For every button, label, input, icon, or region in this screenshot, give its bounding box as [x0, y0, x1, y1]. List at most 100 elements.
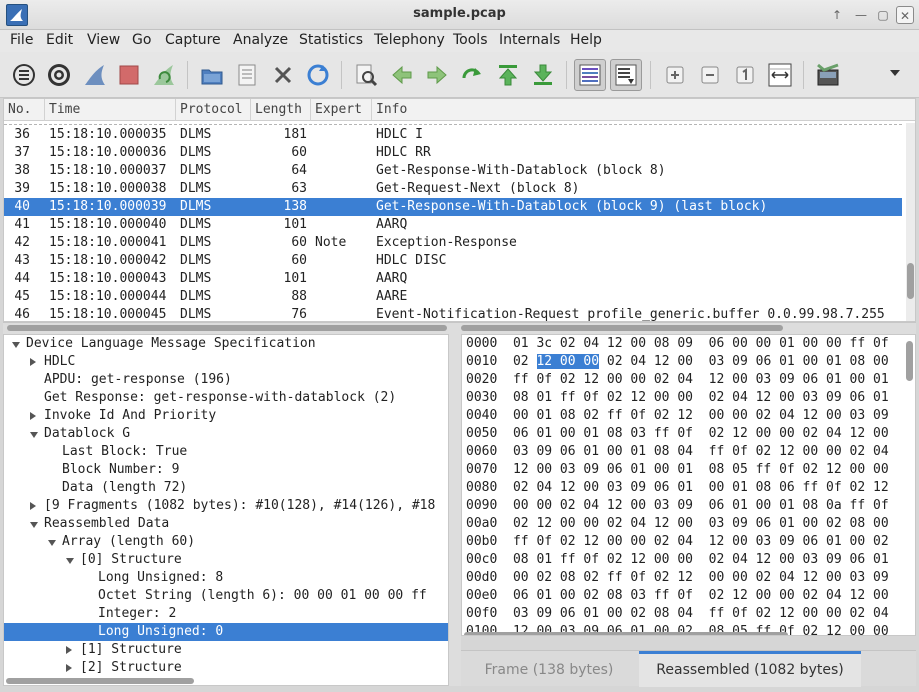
bytes-scroll-thumb[interactable] — [906, 341, 913, 381]
tree-item[interactable]: Array (length 60) — [4, 533, 448, 551]
collapsed-arrow-icon[interactable] — [66, 664, 72, 672]
packet-row[interactable]: 36 15:18:10.000035 DLMS 181 HDLC I — [4, 126, 902, 144]
tree-item[interactable]: [1] Structure — [4, 641, 448, 659]
menu-tools[interactable]: Tools — [453, 32, 488, 48]
reload-file-icon[interactable] — [305, 62, 331, 88]
hex-row[interactable]: 0060 03 09 06 01 00 01 08 04 ff 0f 02 12… — [466, 443, 889, 461]
column-header-time[interactable]: Time — [45, 99, 176, 121]
hex-row[interactable]: 00b0 ff 0f 02 12 00 00 02 04 12 00 03 09… — [466, 533, 889, 551]
column-header-info[interactable]: Info — [372, 99, 902, 121]
hex-row[interactable]: 0000 01 3c 02 04 12 00 08 09 06 00 00 01… — [466, 335, 889, 353]
save-file-icon[interactable] — [234, 62, 260, 88]
go-to-packet-icon[interactable] — [459, 62, 485, 88]
tree-item[interactable]: Invoke Id And Priority — [4, 407, 448, 425]
menu-help[interactable]: Help — [570, 32, 602, 48]
colorize-icon[interactable] — [574, 59, 606, 91]
hex-row[interactable]: 00f0 03 09 06 01 00 02 08 04 ff 0f 02 12… — [466, 605, 889, 623]
vertical-splitter[interactable] — [449, 334, 461, 686]
minimize-icon[interactable]: — — [852, 6, 870, 24]
tree-item[interactable]: Datablock G — [4, 425, 448, 443]
menu-go[interactable]: Go — [132, 32, 151, 48]
packet-row[interactable]: 43 15:18:10.000042 DLMS 60 HDLC DISC — [4, 252, 902, 270]
hex-row[interactable]: 0050 06 01 00 01 08 03 ff 0f 02 12 00 00… — [466, 425, 889, 443]
zoom-out-icon[interactable] — [697, 62, 723, 88]
auto-scroll-icon[interactable] — [610, 59, 642, 91]
zoom-in-icon[interactable] — [662, 62, 688, 88]
menu-edit[interactable]: Edit — [46, 32, 73, 48]
tab-reassembled[interactable]: Reassembled (1082 bytes) — [639, 651, 861, 687]
expanded-arrow-icon[interactable] — [66, 558, 74, 564]
hex-row[interactable]: 0020 ff 0f 02 12 00 00 02 04 12 00 03 09… — [466, 371, 889, 389]
tree-item[interactable]: HDLC — [4, 353, 448, 371]
tree-item[interactable]: Long Unsigned: 0 — [4, 623, 448, 641]
column-header-length[interactable]: Length — [251, 99, 311, 121]
column-header-expert[interactable]: Expert — [311, 99, 372, 121]
hex-row[interactable]: 00d0 00 02 08 02 ff 0f 02 12 00 00 02 04… — [466, 569, 889, 587]
expanded-arrow-icon[interactable] — [30, 432, 38, 438]
go-forward-icon[interactable] — [424, 62, 450, 88]
hex-row[interactable]: 0080 02 04 12 00 03 09 06 01 00 01 08 06… — [466, 479, 889, 497]
hex-row[interactable]: 0090 00 00 02 04 12 00 03 09 06 01 00 01… — [466, 497, 889, 515]
tree-item[interactable]: Integer: 2 — [4, 605, 448, 623]
packet-row[interactable]: 41 15:18:10.000040 DLMS 101 AARQ — [4, 216, 902, 234]
find-packet-icon[interactable] — [353, 62, 379, 88]
pane-splitter[interactable] — [3, 322, 916, 334]
packet-row[interactable]: 45 15:18:10.000044 DLMS 88 AARE — [4, 288, 902, 306]
resize-columns-icon[interactable] — [767, 62, 793, 88]
interfaces-icon[interactable] — [11, 62, 37, 88]
go-back-icon[interactable] — [389, 62, 415, 88]
details-hscroll-thumb[interactable] — [6, 678, 194, 684]
tree-item[interactable]: APDU: get-response (196) — [4, 371, 448, 389]
hex-row[interactable]: 00a0 02 12 00 00 02 04 12 00 03 09 06 01… — [466, 515, 889, 533]
menu-statistics[interactable]: Statistics — [299, 32, 363, 48]
maximize-icon[interactable]: ▢ — [874, 6, 892, 24]
tree-item[interactable]: Block Number: 9 — [4, 461, 448, 479]
collapsed-arrow-icon[interactable] — [30, 358, 36, 366]
first-packet-icon[interactable] — [495, 62, 521, 88]
stop-capture-icon[interactable] — [116, 62, 142, 88]
menu-analyze[interactable]: Analyze — [233, 32, 288, 48]
tree-item[interactable]: Get Response: get-response-with-databloc… — [4, 389, 448, 407]
tree-item[interactable]: [9 Fragments (1082 bytes): #10(128), #14… — [4, 497, 448, 515]
tab-frame[interactable]: Frame (138 bytes) — [461, 651, 637, 687]
hex-row[interactable]: 0070 12 00 03 09 06 01 00 01 08 05 ff 0f… — [466, 461, 889, 479]
menu-capture[interactable]: Capture — [165, 32, 221, 48]
expanded-arrow-icon[interactable] — [30, 522, 38, 528]
bytes-scrollbar[interactable] — [905, 339, 914, 633]
collapsed-arrow-icon[interactable] — [30, 502, 36, 510]
tree-item[interactable]: Reassembled Data — [4, 515, 448, 533]
capture-options-icon[interactable] — [46, 62, 72, 88]
tree-item[interactable]: Device Language Message Specification — [4, 335, 448, 353]
hex-row[interactable]: 00c0 08 01 ff 0f 02 12 00 00 02 04 12 00… — [466, 551, 889, 569]
tree-item[interactable]: Octet String (length 6): 00 00 01 00 00 … — [4, 587, 448, 605]
capture-filters-icon[interactable] — [815, 62, 841, 88]
packet-row[interactable]: 40 15:18:10.000039 DLMS 138 Get-Response-Wit… — [4, 198, 902, 216]
column-header-protocol[interactable]: Protocol — [176, 99, 251, 121]
last-packet-icon[interactable] — [530, 62, 556, 88]
expanded-arrow-icon[interactable] — [48, 540, 56, 546]
packet-row[interactable]: 44 15:18:10.000043 DLMS 101 AARQ — [4, 270, 902, 288]
keep-above-icon[interactable]: ↑ — [828, 6, 846, 24]
close-file-icon[interactable] — [270, 62, 296, 88]
hex-row[interactable]: 0030 08 01 ff 0f 02 12 00 00 02 04 12 00… — [466, 389, 889, 407]
collapsed-arrow-icon[interactable] — [30, 412, 36, 420]
packet-list-hscroll-thumb[interactable] — [7, 325, 447, 331]
open-file-icon[interactable] — [199, 62, 225, 88]
hex-row[interactable]: 00e0 06 01 00 02 08 03 ff 0f 02 12 00 00… — [466, 587, 889, 605]
menu-internals[interactable]: Internals — [499, 32, 560, 48]
packet-row[interactable]: 37 15:18:10.000036 DLMS 60 HDLC RR — [4, 144, 902, 162]
packet-row[interactable]: 46 15:18:10.000045 DLMS 76 Event-Notificatio… — [4, 306, 902, 321]
packet-row[interactable]: 39 15:18:10.000038 DLMS 63 Get-Request-Next … — [4, 180, 902, 198]
tree-item[interactable]: [2] Structure — [4, 659, 448, 677]
close-icon[interactable]: ✕ — [896, 6, 914, 24]
toolbar-overflow-chevron-icon[interactable] — [890, 70, 900, 76]
expanded-arrow-icon[interactable] — [12, 342, 20, 348]
packet-list-hscroll-thumb-right[interactable] — [461, 325, 783, 331]
hex-row[interactable]: 0040 00 01 08 02 ff 0f 02 12 00 00 02 04… — [466, 407, 889, 425]
bytes-hscroll-thumb[interactable] — [464, 632, 788, 635]
tree-item[interactable]: [0] Structure — [4, 551, 448, 569]
start-capture-icon[interactable] — [82, 62, 108, 88]
restart-capture-icon[interactable] — [151, 62, 177, 88]
packet-row[interactable]: 42 15:18:10.000041 DLMS 60 Note Exception-Res… — [4, 234, 902, 252]
menu-view[interactable]: View — [87, 32, 120, 48]
